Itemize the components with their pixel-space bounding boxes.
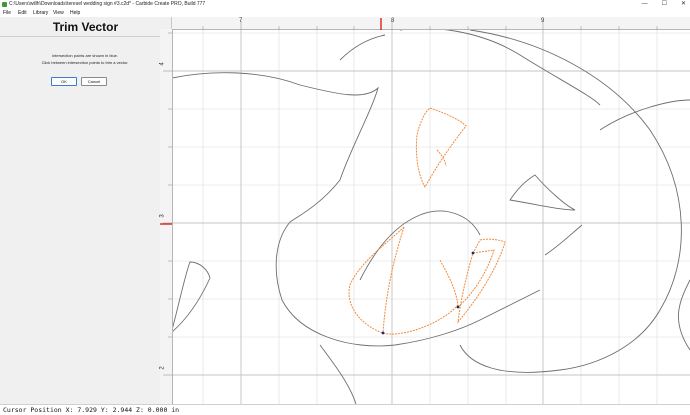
ruler-label-8: 8 [391,18,395,24]
ruler-label-2: 2 [159,366,166,370]
triangle-vector[interactable] [509,174,576,211]
left-leaf-vector[interactable] [172,261,211,333]
outer-swirl-vector[interactable] [172,72,541,347]
maximize-button[interactable]: ☐ [662,0,667,9]
panel-instruction-2: Click between intersection points to tri… [41,60,129,65]
selected-upper-leaf[interactable] [415,107,467,189]
menu-library[interactable]: Library [33,9,48,17]
left-ruler: 4 3 2 [160,29,173,404]
intersection-point [381,331,385,335]
top-ruler: 7 8 9 [172,17,690,30]
ruler-label-4: 4 [159,62,166,66]
ruler-label-7: 7 [239,18,243,24]
selected-inner-line[interactable] [382,226,405,334]
right-curl-vector[interactable] [599,99,690,131]
app-icon [2,2,7,7]
intersection-point [456,305,460,309]
panel-divider [0,36,171,37]
grid [172,17,690,404]
intersection-points [381,251,475,335]
vector-paths[interactable] [172,27,690,404]
menu-help[interactable]: Help [70,9,80,17]
ok-button[interactable]: OK [51,77,77,86]
inner-ring-vector[interactable] [359,210,481,281]
large-arc-vector[interactable] [459,29,682,373]
major-grid [172,17,690,404]
menu-view[interactable]: View [53,9,64,17]
panel-instruction-1: Intersection points are shown in blue. [51,53,119,58]
design-canvas[interactable] [172,17,690,404]
upper-arc-vector[interactable] [339,34,386,61]
top-ruler-ticks [202,18,658,30]
selected-right-inner[interactable] [457,249,495,308]
selected-vectors[interactable] [348,107,506,335]
minimize-button[interactable]: — [642,0,648,9]
window-controls: — ☐ ✕ [642,0,686,9]
close-button[interactable]: ✕ [681,0,686,9]
ruler-label-3: 3 [159,214,166,218]
title-bar: C:\Users\willh\Downloads\teresel wedding… [0,0,690,9]
menu-edit[interactable]: Edit [18,9,27,17]
selected-right-leaf[interactable] [457,238,506,324]
cursor-position-readout: Cursor Position X: 7.929 Y: 2.944 Z: 0.0… [3,406,180,414]
small-curve-vector[interactable] [544,224,583,256]
intersection-point [471,251,475,255]
cancel-button[interactable]: Cancel [81,77,107,86]
status-bar: Cursor Position X: 7.929 Y: 2.944 Z: 0.0… [0,404,690,415]
right-lower-vector[interactable] [678,279,690,351]
bottom-swirl-vector[interactable] [319,344,357,404]
menu-file[interactable]: File [3,9,11,17]
selected-notch[interactable] [436,149,447,167]
ruler-label-9: 9 [541,18,545,24]
trim-vector-panel: Trim Vector Intersection points are show… [0,17,172,404]
canvas-drawing[interactable] [172,17,690,404]
menu-bar: File Edit Library View Help [0,9,690,17]
window-title: C:\Users\willh\Downloads\teresel wedding… [9,1,206,7]
panel-title: Trim Vector [52,20,119,34]
selected-big-leaf[interactable] [348,226,459,335]
